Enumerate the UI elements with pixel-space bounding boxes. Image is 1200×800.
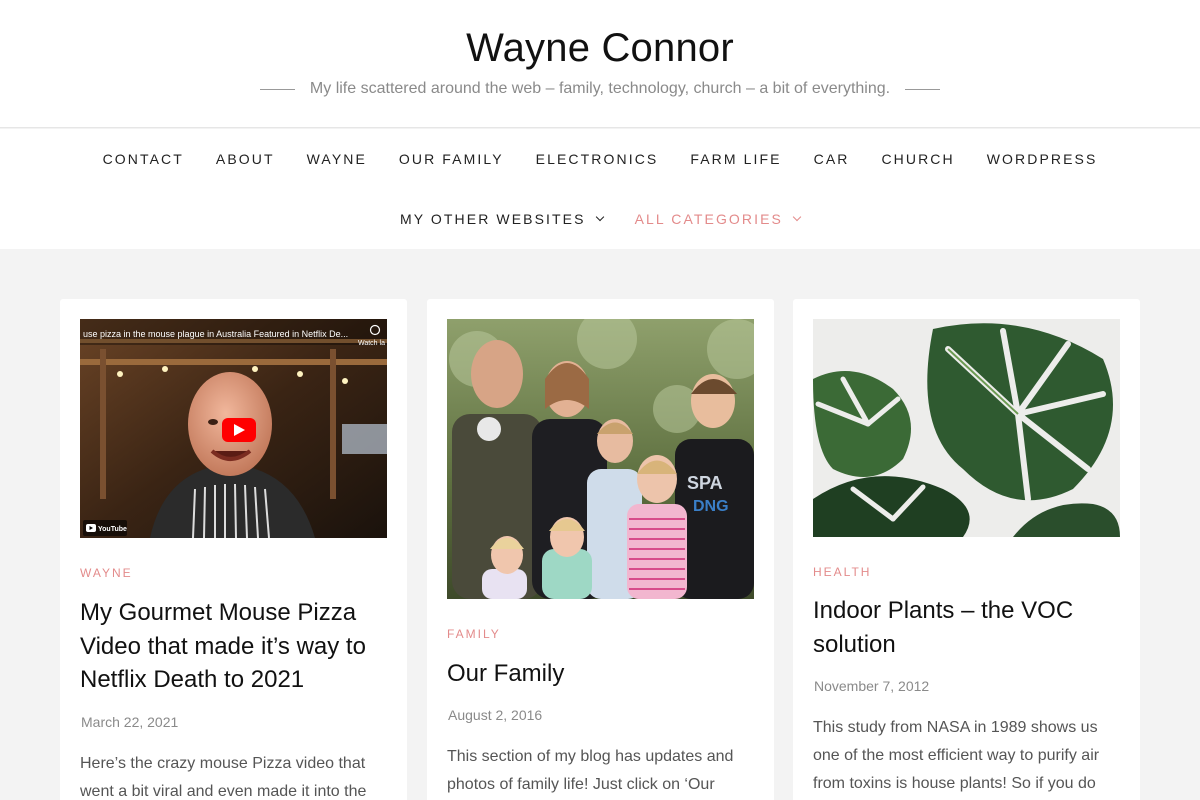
- svg-text:DNG: DNG: [693, 498, 729, 515]
- site-header: Wayne Connor My life scattered around th…: [0, 0, 1200, 128]
- post-title[interactable]: Our Family: [447, 657, 754, 691]
- nav-item-electronics[interactable]: ELECTRONICS: [536, 149, 659, 169]
- main-navigation: CONTACT ABOUT WAYNE OUR FAMILY ELECTRONI…: [0, 129, 1200, 249]
- post-excerpt: Here’s the crazy mouse Pizza video that …: [80, 755, 367, 800]
- chevron-down-icon: [792, 212, 802, 222]
- nav-item-wordpress[interactable]: WORDPRESS: [987, 149, 1098, 169]
- video-watch-later-label: Watch la: [358, 340, 385, 347]
- site-tagline: My life scattered around the web – famil…: [309, 80, 891, 97]
- nav-item-contact[interactable]: CONTACT: [103, 149, 184, 169]
- nav-row-primary: CONTACT ABOUT WAYNE OUR FAMILY ELECTRONI…: [0, 149, 1200, 169]
- tagline-row: My life scattered around the web – famil…: [0, 79, 1200, 99]
- post-category[interactable]: FAMILY: [447, 627, 501, 641]
- tagline-divider-left: [259, 88, 295, 90]
- nav-item-wayne[interactable]: WAYNE: [307, 149, 367, 169]
- post-excerpt: This study from NASA in 1989 shows us on…: [813, 719, 1100, 792]
- tagline-divider-right: [905, 88, 941, 90]
- family-photo-image: SPA DNG: [447, 319, 754, 599]
- nav-item-label: ALL CATEGORIES: [634, 211, 783, 227]
- chevron-down-icon: [595, 212, 604, 222]
- plant-photo[interactable]: [813, 319, 1120, 537]
- nav-item-all-categories[interactable]: ALL CATEGORIES: [634, 209, 802, 229]
- family-photo[interactable]: SPA DNG: [447, 319, 754, 599]
- post-title[interactable]: Indoor Plants – the VOC solution: [813, 594, 1120, 661]
- play-icon[interactable]: [222, 418, 256, 442]
- video-still: use pizza in the mouse plague in Austral…: [80, 319, 387, 538]
- post-card: HEALTH Indoor Plants – the VOC solution …: [793, 299, 1140, 800]
- nav-item-about[interactable]: ABOUT: [216, 149, 275, 169]
- svg-text:SPA: SPA: [687, 473, 723, 493]
- nav-item-church[interactable]: CHURCH: [881, 149, 954, 169]
- video-thumbnail[interactable]: use pizza in the mouse plague in Austral…: [80, 319, 387, 538]
- youtube-logo-icon: YouTube: [83, 520, 127, 536]
- post-title[interactable]: My Gourmet Mouse Pizza Video that made i…: [80, 596, 387, 697]
- post-date[interactable]: March 22, 2021: [81, 714, 178, 730]
- nav-item-our-family[interactable]: OUR FAMILY: [399, 149, 504, 169]
- nav-row-secondary: MY OTHER WEBSITES ALL CATEGORIES: [0, 209, 1200, 229]
- post-category[interactable]: HEALTH: [813, 565, 871, 579]
- nav-item-farm-life[interactable]: FARM LIFE: [690, 149, 781, 169]
- post-excerpt: This section of my blog has updates and …: [447, 748, 734, 793]
- post-card: use pizza in the mouse plague in Austral…: [60, 299, 407, 800]
- post-date[interactable]: November 7, 2012: [814, 678, 929, 694]
- nav-item-label: MY OTHER WEBSITES: [399, 211, 586, 227]
- youtube-brand-label: YouTube: [98, 526, 127, 533]
- post-category[interactable]: WAYNE: [80, 566, 133, 580]
- nav-item-car[interactable]: CAR: [814, 149, 850, 169]
- plant-photo-image: [813, 319, 1120, 537]
- nav-item-my-other-websites[interactable]: MY OTHER WEBSITES: [399, 209, 604, 229]
- video-overlay-title: use pizza in the mouse plague in Austral…: [83, 329, 348, 339]
- post-date[interactable]: August 2, 2016: [448, 707, 542, 723]
- post-card: SPA DNG FAMILY Our Family August 2, 2016…: [427, 299, 774, 800]
- site-title[interactable]: Wayne Connor: [0, 26, 1200, 71]
